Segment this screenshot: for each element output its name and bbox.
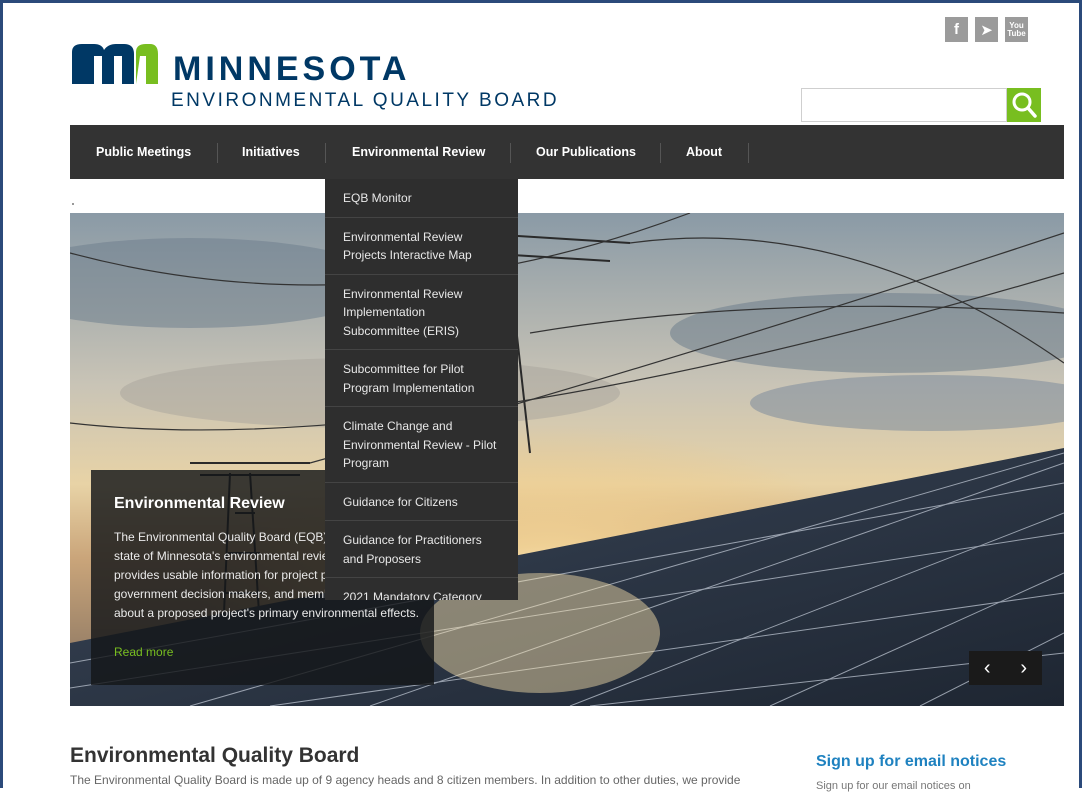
logo-subtitle: ENVIRONMENTAL QUALITY BOARD — [171, 90, 560, 111]
section-title: Environmental Quality Board — [70, 744, 360, 767]
search-input[interactable] — [801, 88, 1007, 122]
nav-environmental-review[interactable]: Environmental Review — [352, 125, 485, 179]
main-nav: Public Meetings Initiatives Environmenta… — [70, 125, 1064, 179]
spacer-dot — [72, 203, 74, 205]
signup-link[interactable]: Sign up for email notices — [816, 753, 1006, 771]
dropdown-item-guidance-practitioners[interactable]: Guidance for Practitioners and Proposers — [325, 521, 518, 578]
mn-logo-icon — [72, 44, 158, 84]
dropdown-item-climate-change[interactable]: Climate Change and Environmental Review … — [325, 407, 518, 483]
search-icon — [1012, 92, 1037, 118]
nav-divider — [325, 143, 326, 163]
dropdown-item-pilot-subcommittee[interactable]: Subcommittee for Pilot Program Implement… — [325, 350, 518, 407]
youtube-icon[interactable]: You Tube — [1005, 17, 1028, 42]
social-links: f ➤ You Tube — [945, 17, 1028, 42]
slider-controls: ‹ › — [969, 651, 1042, 685]
section-intro: The Environmental Quality Board is made … — [70, 773, 741, 787]
signup-text: Sign up for our email notices on — [816, 780, 971, 792]
nav-divider — [660, 143, 661, 163]
chevron-left-icon[interactable]: ‹ — [984, 657, 991, 680]
nav-divider — [748, 143, 749, 163]
environmental-review-dropdown: EQB Monitor Environmental Review Project… — [325, 179, 518, 600]
facebook-icon[interactable]: f — [945, 17, 968, 42]
nav-divider — [510, 143, 511, 163]
dropdown-item-guidance-citizens[interactable]: Guidance for Citizens — [325, 483, 518, 521]
twitter-icon[interactable]: ➤ — [975, 17, 998, 42]
dropdown-item-eqb-monitor[interactable]: EQB Monitor — [325, 179, 518, 218]
logo-name: MINNESOTA — [173, 50, 411, 88]
nav-divider — [217, 143, 218, 163]
nav-about[interactable]: About — [686, 125, 722, 179]
nav-public-meetings[interactable]: Public Meetings — [96, 125, 191, 179]
nav-initiatives[interactable]: Initiatives — [242, 125, 300, 179]
chevron-right-icon[interactable]: › — [1020, 657, 1027, 680]
hero-title: Environmental Review — [114, 495, 285, 512]
search-button[interactable] — [1007, 88, 1041, 122]
dropdown-item-eris[interactable]: Environmental Review Implementation Subc… — [325, 275, 518, 350]
dropdown-item-mandatory-category[interactable]: 2021 Mandatory Category — [325, 578, 518, 600]
read-more-link[interactable]: Read more — [114, 645, 173, 659]
dropdown-item-interactive-map[interactable]: Environmental Review Projects Interactiv… — [325, 218, 518, 275]
nav-our-publications[interactable]: Our Publications — [536, 125, 636, 179]
